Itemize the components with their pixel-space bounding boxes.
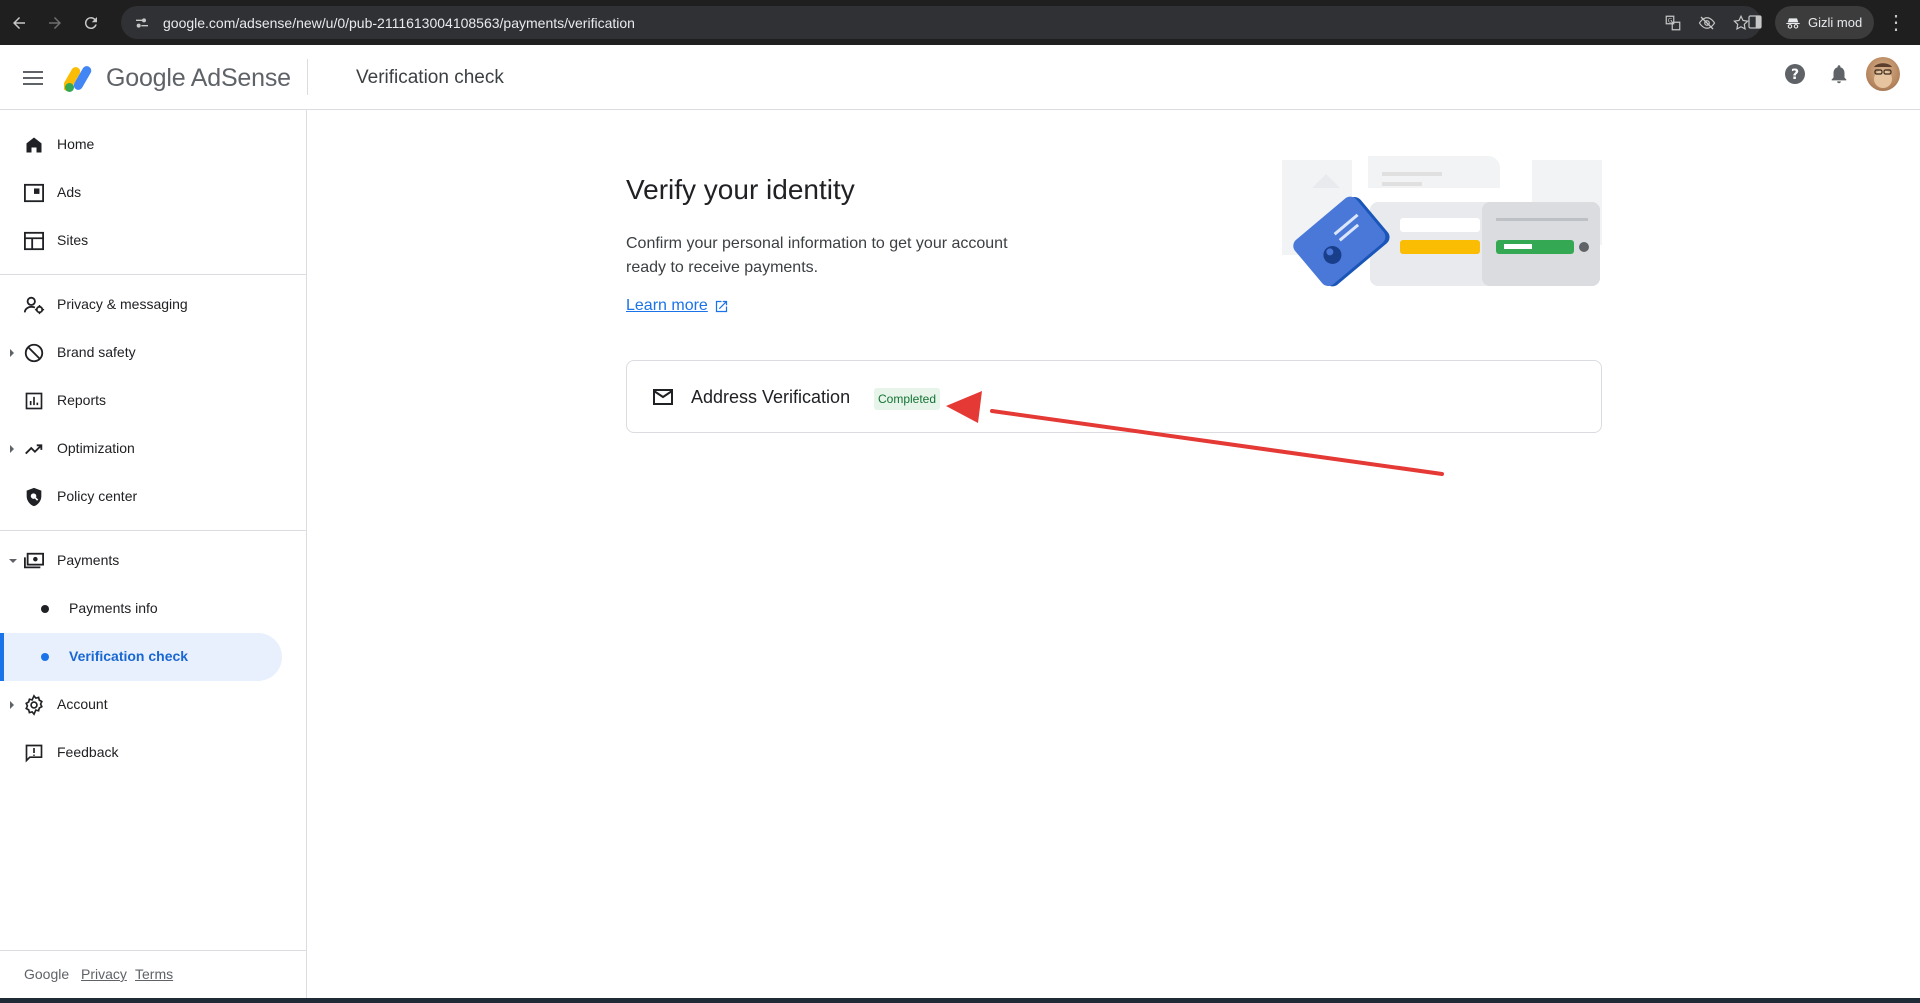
incognito-indicator[interactable]: Gizli mod xyxy=(1775,6,1875,39)
adsense-logo[interactable]: Google AdSense xyxy=(64,61,291,95)
adsense-logo-icon xyxy=(64,66,92,92)
incognito-icon xyxy=(1786,17,1800,29)
sidebar-item-label: Reports xyxy=(57,392,107,408)
trending-icon xyxy=(22,437,46,461)
policy-icon xyxy=(22,485,46,509)
browser-toolbar: google.com/adsense/new/u/0/pub-211161300… xyxy=(0,0,1920,45)
status-badge: Completed xyxy=(874,388,941,410)
incognito-label: Gizli mod xyxy=(1808,15,1863,30)
tracking-protection-icon[interactable] xyxy=(1693,9,1721,37)
sidebar-item-label: Payments info xyxy=(69,600,158,616)
ads-icon xyxy=(22,181,46,205)
sidebar-item-verification-check[interactable]: Verification check xyxy=(0,633,282,681)
address-bar[interactable]: google.com/adsense/new/u/0/pub-211161300… xyxy=(121,6,1761,39)
help-icon: ? xyxy=(1785,64,1805,84)
sidebar-item-label: Privacy & messaging xyxy=(57,296,188,312)
block-icon xyxy=(22,341,46,365)
identity-verification-illustration xyxy=(1282,156,1602,287)
back-button[interactable] xyxy=(2,6,36,40)
brand-name: Google AdSense xyxy=(106,63,291,92)
open-in-new-icon xyxy=(715,300,727,312)
sidebar-item-sites[interactable]: Sites xyxy=(0,217,290,265)
forward-button[interactable] xyxy=(38,6,72,40)
privacy-icon xyxy=(22,293,46,317)
learn-more-label: Learn more xyxy=(626,297,708,314)
svg-text:G: G xyxy=(1668,17,1673,24)
sidebar-item-label: Payments xyxy=(57,552,120,568)
card-title: Address Verification xyxy=(691,387,851,407)
avatar xyxy=(1866,57,1900,91)
bullet-icon xyxy=(41,653,49,661)
sidebar-item-label: Home xyxy=(57,136,95,152)
expand-caret-icon xyxy=(10,445,14,453)
header-divider xyxy=(307,59,308,95)
sidebar-item-policy-center[interactable]: Policy center xyxy=(0,473,290,521)
annotation-arrow xyxy=(946,391,1444,476)
main-description: Confirm your personal information to get… xyxy=(626,235,1008,276)
main-heading: Verify your identity xyxy=(626,174,855,205)
home-icon xyxy=(22,133,46,157)
url-text[interactable]: google.com/adsense/new/u/0/pub-211161300… xyxy=(163,15,635,31)
account-avatar-button[interactable] xyxy=(1866,57,1900,91)
sidebar-item-feedback[interactable]: Feedback xyxy=(0,729,290,777)
sidebar-item-payments[interactable]: Payments xyxy=(0,537,290,585)
sidebar-item-optimization[interactable]: Optimization xyxy=(0,425,290,473)
reports-icon xyxy=(22,389,46,413)
sidebar-item-label: Sites xyxy=(57,232,89,248)
main-menu-button[interactable] xyxy=(20,65,46,91)
help-button[interactable]: ? xyxy=(1778,57,1812,91)
bullet-icon xyxy=(41,605,49,613)
side-panel-icon[interactable] xyxy=(1741,8,1769,36)
sidebar-divider xyxy=(0,530,307,531)
sidebar-item-privacy-messaging[interactable]: Privacy & messaging xyxy=(0,281,290,329)
sidebar-item-label: Account xyxy=(57,696,108,712)
sidebar-item-ads[interactable]: Ads xyxy=(0,169,290,217)
sidebar: Home Ads Sites Privacy & messaging Brand… xyxy=(0,110,307,1003)
collapse-caret-icon xyxy=(9,559,17,563)
sidebar-item-label: Feedback xyxy=(57,744,119,760)
payments-icon xyxy=(22,549,46,573)
sidebar-item-label: Verification check xyxy=(69,648,189,664)
sidebar-item-payments-info[interactable]: Payments info xyxy=(0,585,290,633)
page-title: Verification check xyxy=(356,67,504,88)
app-header: Google AdSense Verification check ? xyxy=(0,45,1920,110)
sidebar-item-reports[interactable]: Reports xyxy=(0,377,290,425)
sidebar-item-brand-safety[interactable]: Brand safety xyxy=(0,329,290,377)
sidebar-divider xyxy=(0,274,307,275)
sidebar-item-label: Ads xyxy=(57,184,82,200)
sidebar-footer: Google Privacy Terms xyxy=(0,950,307,1003)
bell-icon xyxy=(1831,65,1847,84)
feedback-icon xyxy=(22,741,46,765)
footer-google-text: Google xyxy=(24,966,70,982)
os-taskbar xyxy=(0,998,1920,1003)
site-info-icon[interactable] xyxy=(127,8,157,38)
sidebar-item-label: Policy center xyxy=(57,488,138,504)
sidebar-item-label: Optimization xyxy=(57,440,135,456)
sidebar-item-account[interactable]: Account xyxy=(0,681,290,729)
learn-more-link[interactable]: Learn more xyxy=(626,297,729,315)
mail-icon xyxy=(653,389,673,405)
sidebar-item-home[interactable]: Home xyxy=(0,121,290,169)
footer-terms-link[interactable]: Terms xyxy=(135,966,173,982)
browser-menu-icon[interactable]: ⋮ xyxy=(1882,8,1910,36)
svg-text:?: ? xyxy=(1791,67,1799,83)
reload-button[interactable] xyxy=(74,6,108,40)
sites-icon xyxy=(22,229,46,253)
footer-privacy-link[interactable]: Privacy xyxy=(81,966,127,982)
expand-caret-icon xyxy=(10,349,14,357)
expand-caret-icon xyxy=(10,701,14,709)
translate-icon[interactable]: G xyxy=(1659,9,1687,37)
gear-icon xyxy=(22,693,46,717)
notifications-button[interactable] xyxy=(1822,57,1856,91)
sidebar-item-label: Brand safety xyxy=(57,344,136,360)
